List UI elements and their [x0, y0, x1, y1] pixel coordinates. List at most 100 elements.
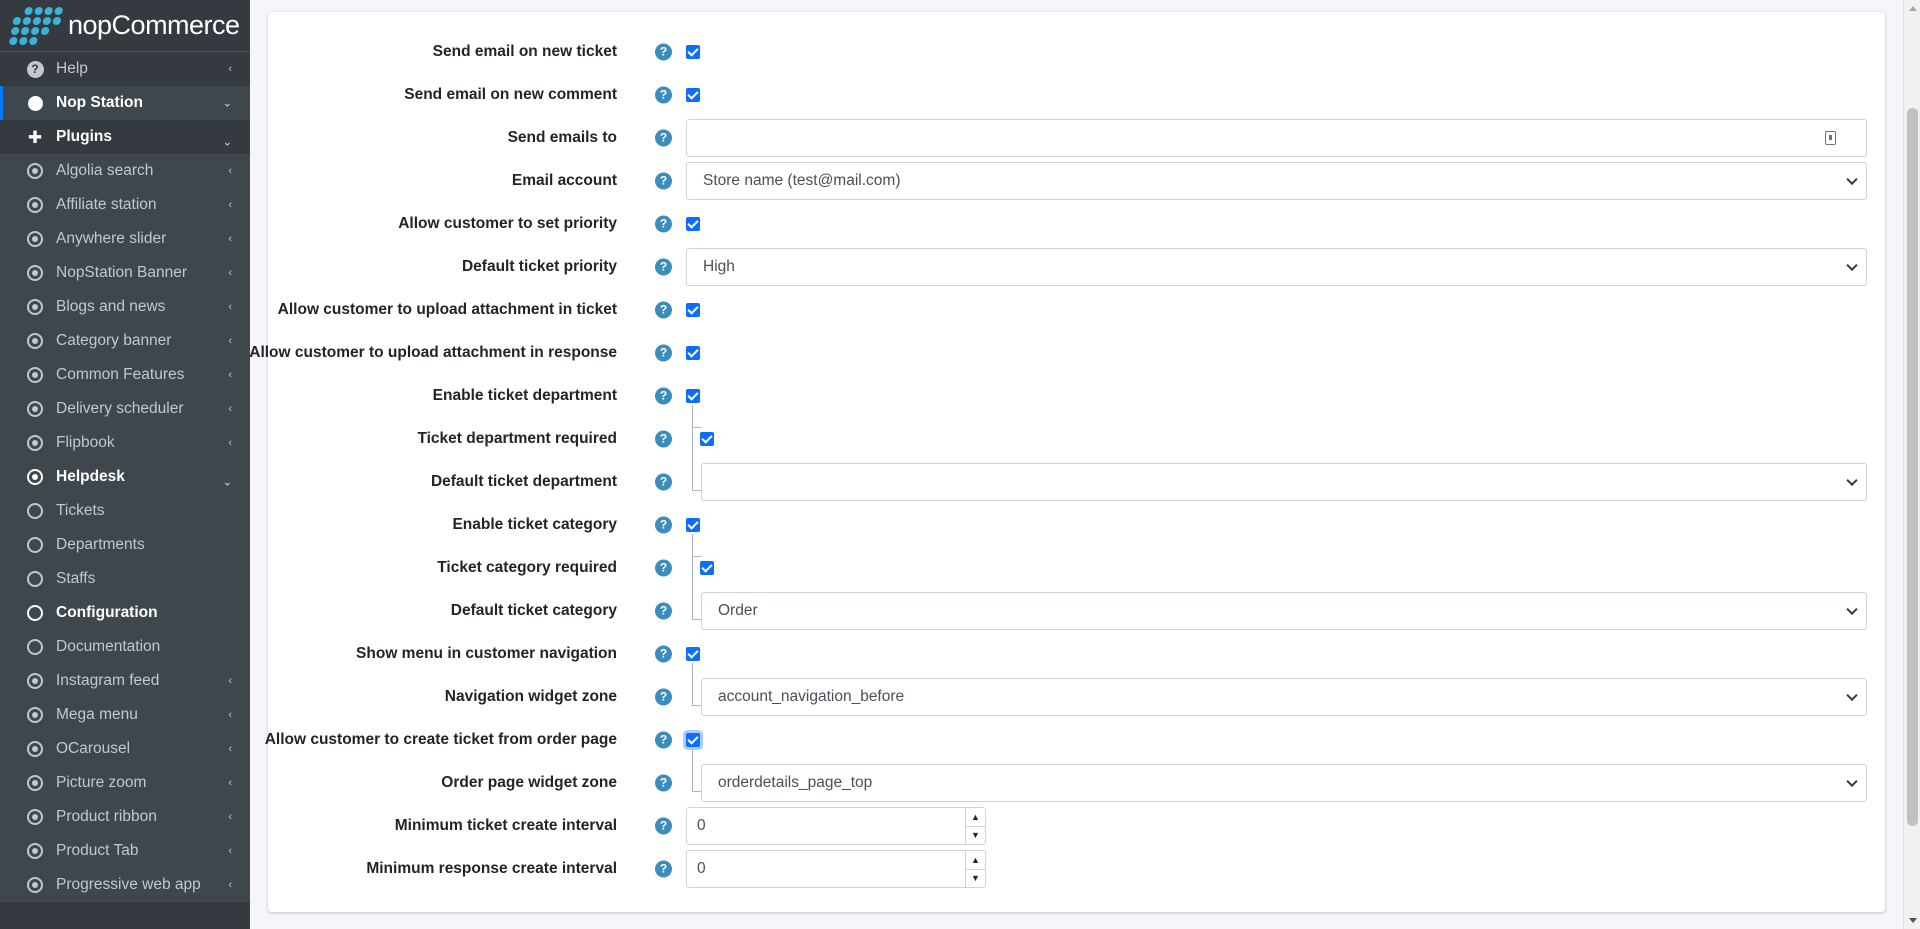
row-enable-category: Enable ticket category ? [268, 503, 1885, 546]
sidebar-item-product-tab[interactable]: Product Tab ‹ [0, 834, 250, 868]
sidebar-item-algolia-search[interactable]: Algolia search ‹ [0, 154, 250, 188]
sidebar-item-label: Instagram feed [56, 672, 160, 689]
help-icon[interactable]: ? [655, 688, 672, 705]
help-icon[interactable]: ? [655, 43, 672, 60]
default-department-select[interactable] [701, 463, 1867, 501]
help-icon[interactable]: ? [655, 86, 672, 103]
sidebar-item-nopstation-banner[interactable]: NopStation Banner ‹ [0, 256, 250, 290]
checkbox-allow-attach-ticket[interactable] [686, 302, 700, 317]
chevron-left-icon: ‹ [228, 709, 232, 721]
row-min-response-interval: Minimum response create interval ? 0 ▲ ▼ [268, 847, 1885, 890]
sidebar-item-delivery-scheduler[interactable]: Delivery scheduler ‹ [0, 392, 250, 426]
min-response-interval-input[interactable]: 0 ▲ ▼ [686, 850, 986, 888]
sidebar-item-helpdesk[interactable]: Helpdesk ⌄ [0, 460, 250, 494]
checkbox-allow-set-priority[interactable] [686, 216, 700, 231]
help-icon[interactable]: ? [655, 602, 672, 619]
help-icon[interactable]: ? [655, 301, 672, 318]
blob-icon [26, 94, 44, 112]
scroll-up-arrow-icon[interactable] [1909, 6, 1917, 11]
label-email-account: Email account [511, 171, 617, 189]
sidebar-item-blogs-and-news[interactable]: Blogs and news ‹ [0, 290, 250, 324]
sidebar-item-label: Delivery scheduler [56, 400, 184, 417]
checkbox-show-menu-nav[interactable] [686, 646, 700, 661]
sidebar-item-plugins[interactable]: ✚ Plugins ⌄ [0, 120, 250, 154]
help-icon[interactable]: ? [655, 731, 672, 748]
help-icon[interactable]: ? [655, 774, 672, 791]
row-default-ticket-priority: Default ticket priority ? High [268, 245, 1885, 288]
checkbox-enable-category[interactable] [686, 517, 700, 532]
help-icon[interactable]: ? [655, 215, 672, 232]
min-ticket-interval-input[interactable]: 0 ▲ ▼ [686, 807, 986, 845]
help-icon[interactable]: ? [655, 344, 672, 361]
nav-widget-zone-select[interactable]: account_navigation_before [701, 678, 1867, 716]
label-allow-attach-ticket: Allow customer to upload attachment in t… [277, 300, 617, 318]
stepper-up-button[interactable]: ▲ [966, 808, 985, 827]
help-icon[interactable]: ? [655, 645, 672, 662]
circle-dot-icon [26, 672, 44, 690]
stepper-down-button[interactable]: ▼ [966, 870, 985, 888]
help-icon[interactable]: ? [655, 559, 672, 576]
send-emails-to-input[interactable] [686, 119, 1867, 157]
sidebar-item-staffs[interactable]: Staffs [0, 562, 250, 596]
scrollbar-thumb[interactable] [1907, 108, 1918, 826]
sidebar-item-documentation[interactable]: Documentation [0, 630, 250, 664]
help-icon[interactable]: ? [655, 129, 672, 146]
sidebar-item-label: Common Features [56, 366, 185, 383]
sidebar-item-departments[interactable]: Departments [0, 528, 250, 562]
default-category-select[interactable]: Order [701, 592, 1867, 630]
row-category-required: Ticket category required ? [268, 546, 1885, 589]
sidebar-item-progressive-web-app[interactable]: Progressive web app ‹ [0, 868, 250, 902]
sidebar-item-nop-station[interactable]: Nop Station ⌄ [0, 86, 250, 120]
email-account-select[interactable]: Store name (test@mail.com) [686, 162, 1867, 200]
page-scrollbar[interactable] [1903, 0, 1920, 929]
chevron-down-icon: ⌄ [222, 97, 232, 110]
sidebar-item-configuration[interactable]: Configuration [0, 596, 250, 630]
stepper-down-button[interactable]: ▼ [966, 827, 985, 845]
sidebar-item-anywhere-slider[interactable]: Anywhere slider ‹ [0, 222, 250, 256]
sidebar-item-affiliate-station[interactable]: Affiliate station ‹ [0, 188, 250, 222]
circle-dot-icon [26, 264, 44, 282]
sidebar-item-common-features[interactable]: Common Features ‹ [0, 358, 250, 392]
label-allow-order-ticket: Allow customer to create ticket from ord… [264, 730, 617, 748]
row-order-widget-zone: Order page widget zone ? orderdetails_pa… [268, 761, 1885, 804]
label-default-department: Default ticket department [430, 472, 617, 490]
help-icon[interactable]: ? [655, 387, 672, 404]
circle-icon [26, 502, 44, 520]
sidebar-item-product-ribbon[interactable]: Product ribbon ‹ [0, 800, 250, 834]
sidebar-item-label: Staffs [56, 570, 96, 587]
scroll-down-arrow-icon[interactable] [1909, 918, 1917, 923]
address-book-icon[interactable] [1825, 131, 1836, 145]
circle-dot-icon [26, 740, 44, 758]
chevron-down-icon [1846, 173, 1858, 186]
row-allow-attach-response: Allow customer to upload attachment in r… [249, 331, 1885, 374]
checkbox-allow-attach-response[interactable] [686, 345, 700, 360]
sidebar-item-flipbook[interactable]: Flipbook ‹ [0, 426, 250, 460]
row-allow-attach-ticket: Allow customer to upload attachment in t… [268, 288, 1885, 331]
checkbox-category-required[interactable] [700, 560, 714, 575]
help-icon[interactable]: ? [655, 817, 672, 834]
sidebar-item-ocarousel[interactable]: OCarousel ‹ [0, 732, 250, 766]
checkbox-allow-order-ticket[interactable] [686, 732, 700, 747]
default-ticket-priority-select[interactable]: High [686, 248, 1867, 286]
help-icon[interactable]: ? [655, 258, 672, 275]
checkbox-department-required[interactable] [700, 431, 714, 446]
checkbox-send-email-new-ticket[interactable] [686, 44, 700, 59]
help-icon[interactable]: ? [655, 430, 672, 447]
label-allow-attach-response: Allow customer to upload attachment in r… [249, 343, 617, 361]
order-widget-zone-select[interactable]: orderdetails_page_top [701, 764, 1867, 802]
sidebar-item-tickets[interactable]: Tickets [0, 494, 250, 528]
help-icon[interactable]: ? [655, 516, 672, 533]
brand-logo[interactable]: nopCommerce [0, 0, 250, 52]
help-icon[interactable]: ? [655, 172, 672, 189]
sidebar-item-category-banner[interactable]: Category banner ‹ [0, 324, 250, 358]
checkbox-enable-department[interactable] [686, 388, 700, 403]
sidebar-item-help[interactable]: ? Help ‹ [0, 52, 250, 86]
sidebar-item-picture-zoom[interactable]: Picture zoom ‹ [0, 766, 250, 800]
chevron-left-icon: ‹ [228, 403, 232, 415]
help-icon[interactable]: ? [655, 473, 672, 490]
help-icon[interactable]: ? [655, 860, 672, 877]
stepper-up-button[interactable]: ▲ [966, 851, 985, 870]
sidebar-item-mega-menu[interactable]: Mega menu ‹ [0, 698, 250, 732]
checkbox-send-email-new-comment[interactable] [686, 87, 700, 102]
sidebar-item-instagram-feed[interactable]: Instagram feed ‹ [0, 664, 250, 698]
